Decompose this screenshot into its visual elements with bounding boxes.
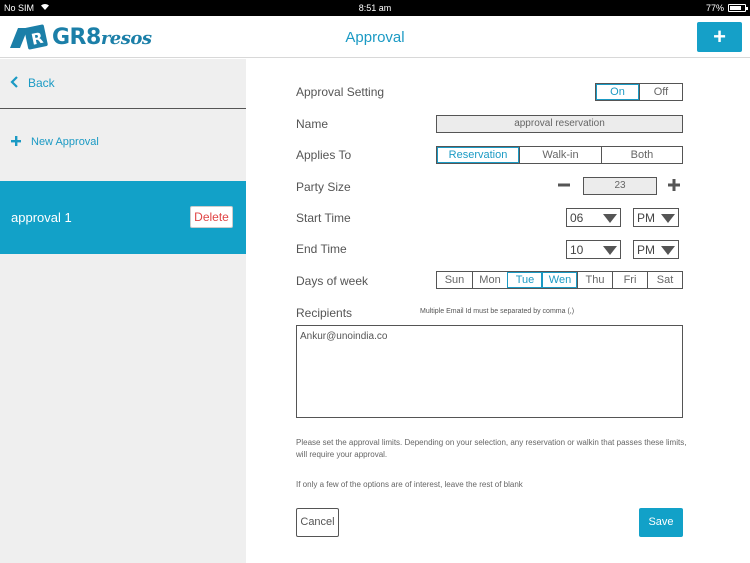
- applies-reservation-option[interactable]: Reservation: [437, 147, 519, 163]
- end-time-label: End Time: [296, 242, 347, 256]
- party-size-field[interactable]: 23: [583, 177, 657, 195]
- battery-percent: 77%: [705, 3, 724, 13]
- day-fri[interactable]: Fri: [612, 272, 647, 288]
- plus-stepper-icon[interactable]: [668, 179, 680, 194]
- clock: 8:51 am: [358, 3, 392, 13]
- page-title: Approval: [345, 29, 405, 46]
- recipients-textarea[interactable]: Ankur@unoindia.co: [296, 325, 683, 418]
- applies-walkin-option[interactable]: Walk-in: [519, 147, 601, 163]
- day-sun[interactable]: Sun: [437, 272, 472, 288]
- approval-item-label: approval 1: [11, 210, 72, 225]
- day-thu[interactable]: Thu: [577, 272, 612, 288]
- start-time-label: Start Time: [296, 211, 351, 225]
- recipients-hint: Multiple Email Id must be separated by c…: [420, 308, 575, 315]
- back-button[interactable]: Back: [10, 76, 55, 90]
- day-wen[interactable]: Wen: [542, 272, 577, 288]
- day-mon[interactable]: Mon: [472, 272, 507, 288]
- save-button[interactable]: Save: [639, 508, 683, 537]
- day-sat[interactable]: Sat: [647, 272, 682, 288]
- nav-bar: R GR8resos Approval +: [0, 16, 750, 58]
- approval-limits-note: Please set the approval limits. Dependin…: [296, 438, 687, 459]
- days-of-week-label: Days of week: [296, 274, 369, 288]
- dropdown-arrow-icon: [661, 214, 675, 223]
- name-field[interactable]: approval reservation: [436, 115, 683, 133]
- delete-button[interactable]: Delete: [190, 206, 233, 228]
- start-period-select[interactable]: PM: [633, 208, 679, 227]
- end-period-select[interactable]: PM: [633, 240, 679, 259]
- plus-icon: [11, 136, 21, 148]
- new-approval-button[interactable]: New Approval: [11, 136, 99, 148]
- chevron-left-icon: [10, 76, 18, 90]
- days-of-week-selector: Sun Mon Tue Wen Thu Fri Sat: [436, 271, 683, 289]
- name-label: Name: [296, 117, 329, 131]
- cancel-button[interactable]: Cancel: [296, 508, 339, 537]
- dropdown-arrow-icon: [661, 246, 675, 255]
- sidebar: Back New Approval approval 1 Delete: [0, 59, 246, 563]
- applies-to-label: Applies To: [296, 148, 352, 162]
- day-tue[interactable]: Tue: [507, 272, 542, 288]
- dropdown-arrow-icon: [603, 214, 617, 223]
- status-bar: No SIM 8:51 am 77%: [0, 0, 750, 16]
- applies-both-option[interactable]: Both: [601, 147, 682, 163]
- optional-fields-note: If only a few of the options are of inte…: [296, 480, 523, 489]
- approval-off-option[interactable]: Off: [639, 84, 682, 100]
- applies-to-selector: Reservation Walk-in Both: [436, 146, 683, 164]
- approval-setting-toggle: On Off: [595, 83, 683, 101]
- recipients-label: Recipients: [296, 306, 353, 320]
- approval-setting-label: Approval Setting: [296, 85, 385, 99]
- start-hour-select[interactable]: 06: [566, 208, 621, 227]
- end-hour-select[interactable]: 10: [566, 240, 621, 259]
- sidebar-divider: [0, 108, 246, 109]
- new-approval-label: New Approval: [31, 136, 99, 148]
- minus-icon[interactable]: [558, 179, 570, 194]
- approval-on-option[interactable]: On: [596, 84, 639, 100]
- add-button[interactable]: +: [697, 22, 742, 52]
- battery-icon: [728, 4, 748, 12]
- back-label: Back: [28, 76, 55, 90]
- dropdown-arrow-icon: [603, 246, 617, 255]
- party-size-label: Party Size: [296, 180, 351, 194]
- sidebar-item-approval-1[interactable]: approval 1 Delete: [0, 181, 246, 254]
